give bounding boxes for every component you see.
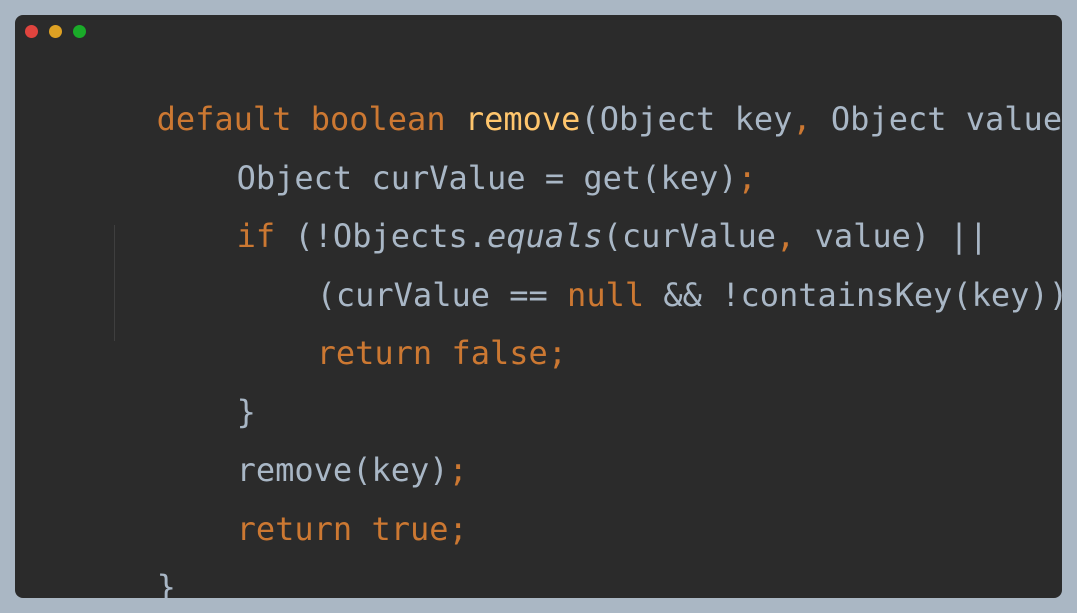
code-block: default boolean remove(Object key, Objec… (15, 15, 1062, 598)
code-token: && !containsKey(key))) { (663, 276, 1062, 314)
code-line-7: remove(key); (121, 410, 468, 489)
code-window: default boolean remove(Object key, Objec… (15, 15, 1062, 598)
code-line-8: return true; (121, 469, 468, 548)
code-token: } (156, 568, 176, 598)
code-line-3: if (!Objects.equals(curValue, value) || (121, 176, 988, 255)
code-line-4: (curValue == null && !containsKey(key)))… (201, 235, 1062, 314)
indent-guide (114, 225, 115, 341)
code-token: null (567, 276, 664, 314)
code-line-5: return false; (201, 293, 567, 372)
code-token: return true; (236, 510, 468, 548)
code-line-2: Object curValue = get(key); (121, 118, 757, 197)
code-token: return false; (316, 334, 568, 372)
code-token: Object value) { (830, 100, 1062, 138)
code-token: , (792, 100, 831, 138)
code-line-1: default boolean remove(Object key, Objec… (41, 59, 1062, 138)
code-line-9: } (41, 527, 176, 598)
code-line-6: } (121, 352, 256, 431)
